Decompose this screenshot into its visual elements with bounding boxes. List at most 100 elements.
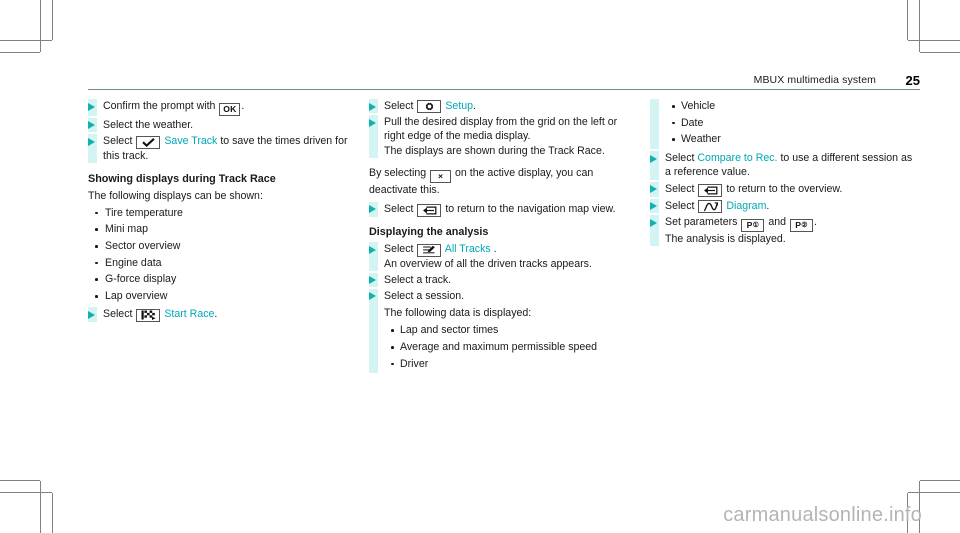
step-text-before: Select — [103, 308, 133, 321]
setup-link[interactable]: Setup — [445, 100, 473, 112]
page-number: 25 — [905, 73, 920, 88]
step-text-main: Select a session. — [384, 289, 465, 302]
checkmark-icon[interactable] — [136, 136, 161, 149]
list-item: Driver — [384, 357, 639, 371]
step-text-mid: and — [768, 216, 787, 229]
step-select-weather: Select the weather. — [88, 117, 358, 132]
parameter-p2-icon[interactable]: P② — [789, 218, 813, 232]
step-confirm-prompt: Confirm the prompt with OK. — [88, 99, 358, 116]
parameter-p2-subscript: ② — [801, 221, 808, 229]
list-item: Lap overview — [88, 289, 358, 303]
step-text: Select to return to the overview. — [665, 182, 920, 197]
checkered-flag-icon[interactable] — [136, 308, 161, 322]
save-track-link[interactable]: Save Track — [164, 135, 217, 147]
continued-session-data-list: Vehicle Date Weather — [650, 99, 920, 150]
step-set-parameters: Set parameters P① and P②. The analysis i… — [650, 215, 920, 247]
step-arrow-marker — [650, 151, 659, 180]
step-text: Select a track. — [384, 273, 452, 286]
step-text: Select Diagram. — [665, 199, 920, 214]
step-text: Set parameters P① and P②. The analysis i… — [665, 215, 920, 246]
column-middle: Select Setup. Pull the desired display f… — [369, 99, 639, 375]
step-text: Select Setup. — [384, 99, 639, 113]
diagram-link[interactable]: Diagram — [726, 200, 766, 212]
tracks-list-icon[interactable] — [417, 243, 442, 257]
deactivate-text-before: By selecting — [369, 166, 427, 179]
display-items-list: Tire temperature Mini map Sector overvie… — [88, 206, 358, 304]
step-text-after: . — [241, 100, 245, 112]
step-text-before: Confirm the prompt with — [103, 100, 216, 112]
step-select-compare-to-rec: Select Compare to Rec. to use a differen… — [650, 151, 920, 180]
step-text-before: Set parameters — [665, 216, 738, 229]
step-arrow-marker — [369, 288, 378, 374]
step-arrow-marker — [88, 307, 97, 322]
step-arrow-marker — [88, 117, 97, 132]
step-arrow-marker — [369, 99, 378, 114]
step-text-before: Select — [384, 100, 414, 112]
step-pull-display: Pull the desired display from the grid o… — [369, 115, 639, 158]
step-note: The following data is displayed: — [384, 307, 532, 320]
step-text-before: Select — [384, 243, 414, 256]
step-arrow-marker — [650, 215, 659, 247]
step-arrow-marker — [650, 181, 659, 197]
step-arrow-marker — [88, 99, 97, 116]
close-icon[interactable]: × — [430, 169, 452, 183]
step-text: Select the weather. — [103, 118, 194, 131]
subheading-showing-displays: Showing displays during Track Race — [88, 173, 276, 186]
step-text-line2: The displays are shown during the Track … — [384, 144, 605, 157]
header-divider — [88, 89, 920, 90]
step-text-after: . — [214, 308, 218, 321]
start-race-link[interactable]: Start Race — [164, 308, 214, 320]
diagram-icon[interactable] — [698, 200, 723, 214]
list-item: Average and maximum permissible speed — [384, 340, 639, 354]
list-item: G-force display — [88, 272, 358, 286]
step-text-before: Select — [103, 135, 133, 147]
step-text-after: . — [766, 199, 770, 212]
step-select-setup: Select Setup. — [369, 99, 639, 114]
step-arrow-marker — [369, 272, 378, 287]
step-text: Select Start Race. — [103, 307, 358, 322]
ok-key-icon[interactable]: OK — [219, 102, 241, 116]
intro-following-displays: The following displays can be shown: — [88, 190, 263, 203]
step-select-save-track: Select Save Track to save the times driv… — [88, 134, 358, 164]
crop-mark-bottom-left — [0, 453, 120, 533]
step-text: Pull the desired display from the grid o… — [384, 115, 639, 158]
back-arrow-icon[interactable] — [417, 203, 442, 217]
content-columns: Confirm the prompt with OK. Select the w… — [88, 99, 920, 375]
step-text: Select All Tracks . An overview of all t… — [384, 242, 639, 271]
step-arrow-marker — [369, 115, 378, 158]
step-continuation-bar — [650, 99, 659, 150]
step-arrow-marker — [369, 201, 378, 217]
step-text-after: to return to the overview. — [726, 182, 843, 195]
column-left: Confirm the prompt with OK. Select the w… — [88, 99, 358, 375]
step-text: Select Compare to Rec. to use a differen… — [665, 151, 920, 179]
step-text-after: to return to the navigation map view. — [445, 202, 616, 215]
gear-icon[interactable] — [417, 100, 442, 113]
list-item: Mini map — [88, 222, 358, 236]
list-item: Tire temperature — [88, 206, 358, 220]
step-select-start-race: Select Start Race. — [88, 307, 358, 322]
parameter-p1-subscript: ① — [752, 221, 760, 229]
step-text: Select to return to the navigation map v… — [384, 202, 639, 217]
step-text-after: . — [813, 216, 817, 229]
step-select-diagram: Select Diagram. — [650, 198, 920, 214]
step-select-a-track: Select a track. — [369, 272, 639, 287]
compare-to-rec-link[interactable]: Compare to Rec. — [697, 152, 777, 164]
deactivate-note: By selecting × on the active display, yo… — [369, 166, 639, 197]
step-select-return-nav: Select to return to the navigation map v… — [369, 201, 639, 217]
step-select-return-overview: Select to return to the overview. — [650, 181, 920, 197]
list-item: Sector overview — [88, 239, 358, 253]
back-arrow-icon[interactable] — [698, 183, 723, 197]
parameter-p1-icon[interactable]: P① — [741, 218, 765, 232]
step-select-a-session: Select a session. The following data is … — [369, 288, 639, 374]
step-text-line1: Pull the desired display from the grid o… — [384, 116, 618, 143]
step-text: Select Save Track to save the times driv… — [103, 134, 358, 163]
step-text-after: . — [473, 100, 476, 112]
step-select-all-tracks: Select All Tracks . An overview of all t… — [369, 242, 639, 271]
subheading-displaying-analysis: Displaying the analysis — [369, 225, 489, 238]
step-arrow-marker — [88, 134, 97, 164]
list-item: Weather — [665, 132, 920, 146]
all-tracks-link[interactable]: All Tracks — [445, 243, 491, 255]
session-data-list: Lap and sector times Average and maximum… — [384, 323, 639, 371]
step-text-before: Select — [384, 202, 414, 215]
site-watermark: carmanualsonline.info — [723, 504, 922, 526]
